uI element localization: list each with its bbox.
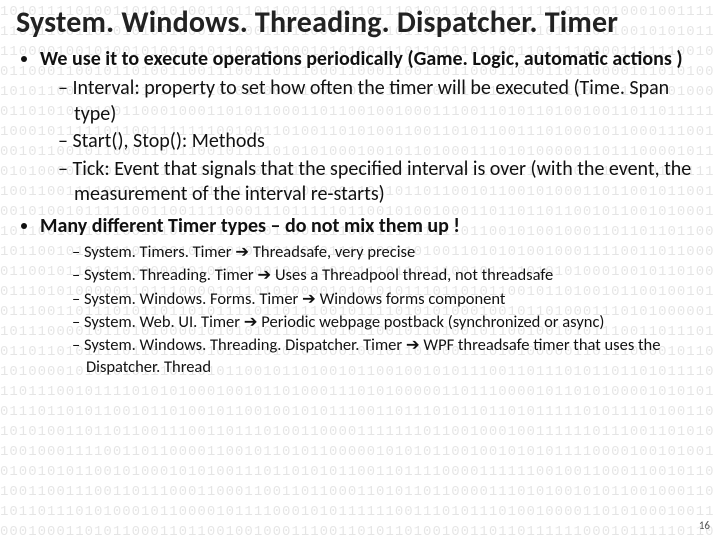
bullet-1-sub-1: Interval: property to set how often the … [58, 76, 704, 127]
arrow-icon: ➔ [257, 266, 271, 284]
arrow-icon: ➔ [235, 243, 249, 261]
bullet-2-sublist: System. Timers. Timer ➔ Threadsafe, very… [40, 241, 704, 379]
b2s1-post: Threadsafe, very precise [249, 242, 415, 262]
bullet-1-sublist: Interval: property to set how often the … [40, 76, 704, 208]
arrow-icon: ➔ [302, 290, 316, 308]
b2s1-pre: System. Timers. Timer [84, 242, 235, 262]
bullet-2: Many different Timer types – do not mix … [40, 214, 704, 379]
b2s2-post: Uses a Threadpool thread, not threadsafe [271, 265, 553, 285]
bullet-2-sub-1: System. Timers. Timer ➔ Threadsafe, very… [72, 241, 704, 263]
arrow-icon: ➔ [406, 336, 420, 354]
bullet-1-sub-3: Tick: Event that signals that the specif… [58, 157, 704, 208]
slide-title: System. Windows. Threading. Dispatcher. … [16, 4, 704, 41]
b2s2-pre: System. Threading. Timer [84, 265, 257, 285]
bullet-1-text: We use it to execute operations periodic… [40, 47, 683, 71]
b2s4-pre: System. Web. UI. Timer [84, 312, 244, 332]
b2s3-post: Windows forms component [316, 289, 506, 309]
bullet-2-text: Many different Timer types – do not mix … [40, 214, 460, 238]
bullet-1-sub-2: Start(), Stop(): Methods [58, 129, 704, 155]
bullet-2-sub-5: System. Windows. Threading. Dispatcher. … [72, 334, 704, 379]
bullet-2-sub-4: System. Web. UI. Timer ➔ Periodic webpag… [72, 311, 704, 333]
b2s3-pre: System. Windows. Forms. Timer [84, 289, 302, 309]
b2s4-post: Periodic webpage postback (synchronized … [258, 312, 605, 332]
arrow-icon: ➔ [244, 313, 258, 331]
page-number: 16 [699, 519, 710, 532]
bullet-2-sub-2: System. Threading. Timer ➔ Uses a Thread… [72, 264, 704, 286]
b2s5-pre: System. Windows. Threading. Dispatcher. … [84, 335, 406, 355]
bullet-1: We use it to execute operations periodic… [40, 47, 704, 208]
bullet-list: We use it to execute operations periodic… [16, 47, 704, 379]
bullet-2-sub-3: System. Windows. Forms. Timer ➔ Windows … [72, 288, 704, 310]
slide-body: System. Windows. Threading. Dispatcher. … [0, 0, 720, 540]
